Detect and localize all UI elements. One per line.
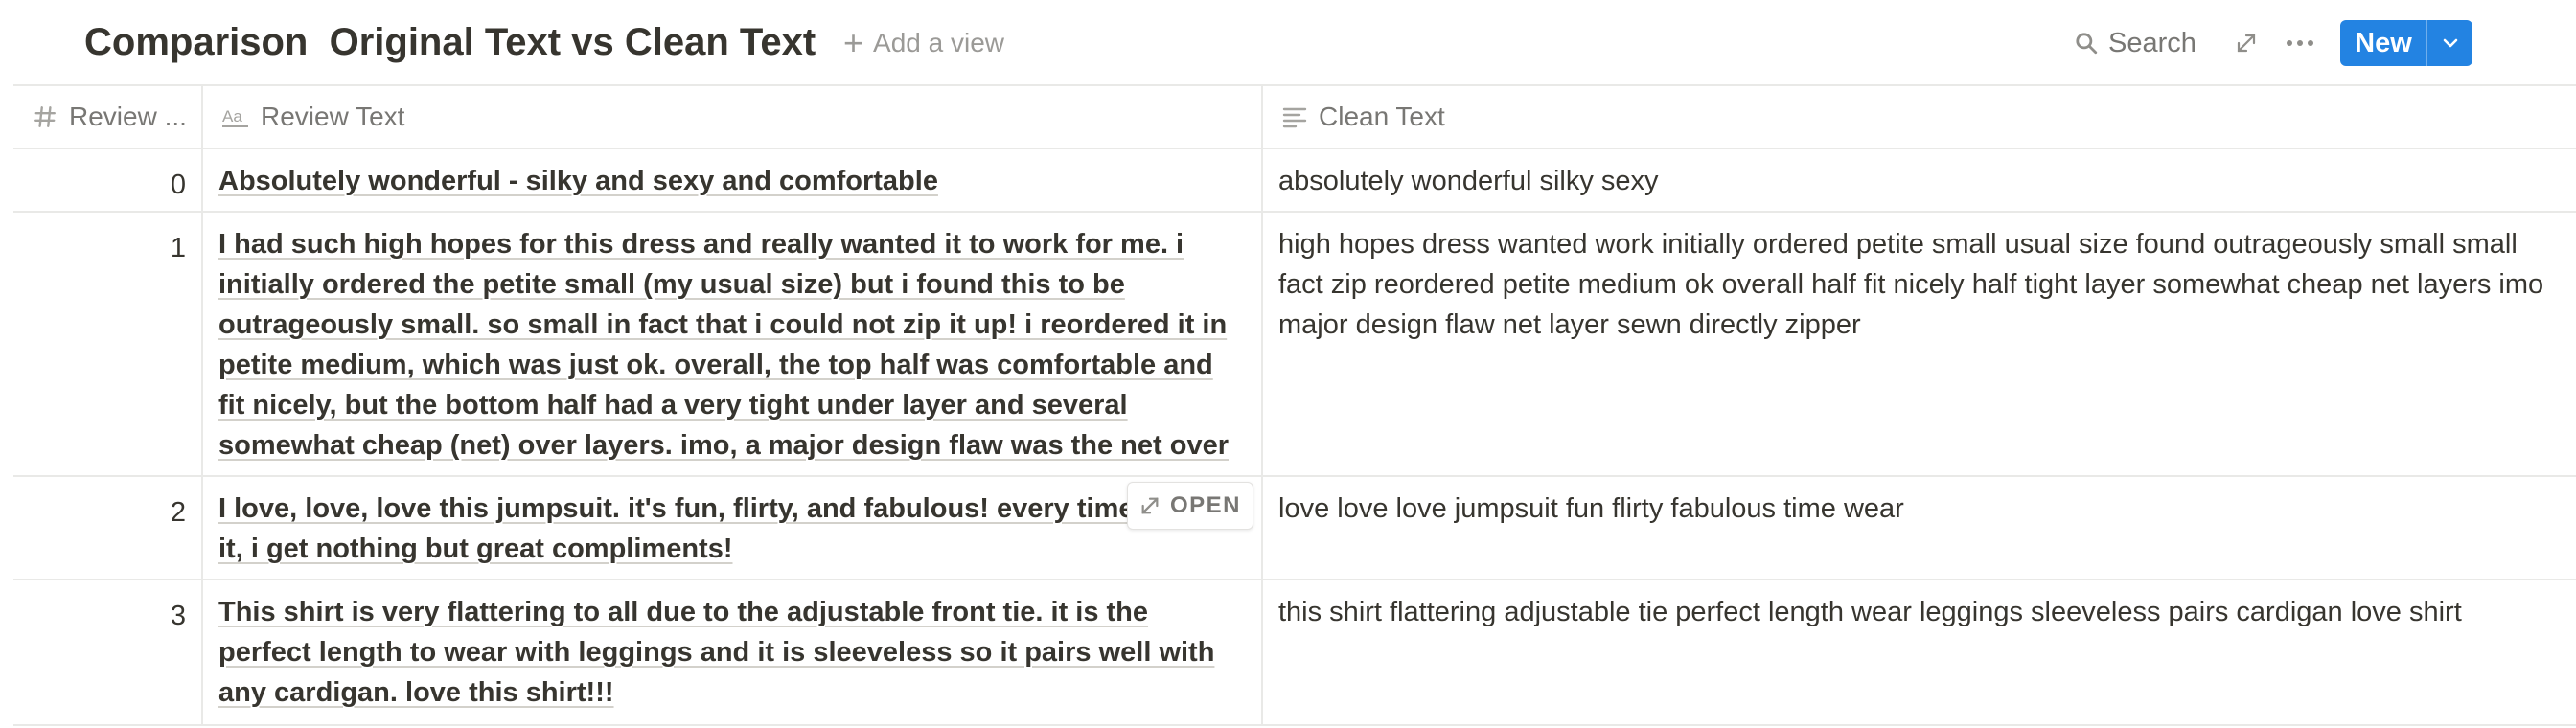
cell-clean-text[interactable]: absolutely wonderful silky sexy (1263, 149, 2576, 211)
column-header-review-number[interactable]: Review ... (13, 86, 203, 148)
svg-text:Aa: Aa (222, 107, 242, 125)
review-number: 1 (170, 233, 186, 263)
text-type-icon: Aa (222, 107, 248, 127)
column-header-label: Clean Text (1319, 102, 1445, 131)
table-header-row: Review ... Aa Review Text Clean Text (13, 86, 2576, 149)
table-row[interactable]: 0 Absolutely wonderful - silky and sexy … (13, 149, 2576, 213)
table-row[interactable]: 3 This shirt is very flattering to all d… (13, 580, 2576, 726)
review-number: 2 (170, 497, 186, 528)
cell-review-text[interactable]: Absolutely wonderful - silky and sexy an… (203, 149, 1263, 211)
cell-review-text[interactable]: I had such high hopes for this dress and… (203, 213, 1263, 475)
column-header-clean-text[interactable]: Clean Text (1263, 86, 2576, 148)
column-header-label: Review Text (261, 102, 405, 131)
clean-text: absolutely wonderful silky sexy (1278, 166, 1659, 196)
cell-review-number[interactable]: 0 (13, 149, 203, 211)
review-number: 3 (170, 601, 186, 631)
open-row-button[interactable]: OPEN (1127, 482, 1254, 530)
review-text: I love, love, love this jumpsuit. it's f… (218, 489, 1246, 579)
cell-review-number[interactable]: 1 (13, 213, 203, 475)
database-table: Review ... Aa Review Text Clean Text 0 A… (13, 84, 2576, 726)
search-button[interactable]: Search (2074, 23, 2196, 63)
plus-icon: + (843, 23, 864, 62)
expand-button[interactable] (2229, 26, 2264, 60)
new-button-group: New (2340, 20, 2472, 66)
cell-review-number[interactable]: 3 (13, 580, 203, 724)
review-text-value[interactable]: I love, love, love this jumpsuit. it's f… (218, 493, 1221, 564)
number-icon (34, 106, 56, 127)
review-text-value[interactable]: This shirt is very flattering to all due… (218, 597, 1214, 708)
clean-text: high hopes dress wanted work initially o… (1278, 229, 2544, 340)
page-title[interactable]: Comparison Original Text vs Clean Text (84, 13, 816, 71)
review-text: This shirt is very flattering to all due… (218, 592, 1246, 724)
column-header-review-text[interactable]: Aa Review Text (203, 86, 1263, 148)
cell-clean-text[interactable]: high hopes dress wanted work initially o… (1263, 213, 2576, 475)
clean-text: this shirt flattering adjustable tie per… (1278, 597, 2462, 627)
add-view-label: Add a view (873, 28, 1004, 57)
search-label: Search (2108, 27, 2196, 58)
cell-review-text[interactable]: I love, love, love this jumpsuit. it's f… (203, 477, 1263, 579)
review-text: Absolutely wonderful - silky and sexy an… (218, 161, 1246, 211)
chevron-down-icon (2443, 38, 2457, 48)
search-icon (2076, 33, 2098, 55)
review-text-value[interactable]: I had such high hopes for this dress and… (218, 229, 1229, 466)
new-dropdown-button[interactable] (2426, 20, 2472, 66)
review-number: 0 (170, 170, 186, 200)
expand-icon (2237, 34, 2256, 53)
review-text: I had such high hopes for this dress and… (218, 224, 1246, 466)
add-view-button[interactable]: + Add a view (843, 23, 1004, 63)
cell-clean-text[interactable]: love love love jumpsuit fun flirty fabul… (1263, 477, 2576, 579)
lines-icon (1282, 107, 1307, 128)
new-button[interactable]: New (2340, 20, 2426, 66)
table-row[interactable]: 1 I had such high hopes for this dress a… (13, 213, 2576, 477)
database-header: Comparison Original Text vs Clean Text +… (0, 0, 2576, 84)
more-options-button[interactable] (2281, 26, 2319, 60)
review-text-value[interactable]: Absolutely wonderful - silky and sexy an… (218, 166, 938, 196)
cell-review-number[interactable]: 2 (13, 477, 203, 579)
table-row[interactable]: 2 I love, love, love this jumpsuit. it's… (13, 477, 2576, 580)
column-header-label: Review ... (69, 102, 187, 131)
cell-clean-text[interactable]: this shirt flattering adjustable tie per… (1263, 580, 2576, 724)
open-expand-icon (1141, 497, 1159, 514)
clean-text: love love love jumpsuit fun flirty fabul… (1278, 493, 1904, 524)
more-icon (2287, 40, 2313, 46)
open-label: OPEN (1169, 492, 1241, 518)
cell-review-text[interactable]: This shirt is very flattering to all due… (203, 580, 1263, 724)
